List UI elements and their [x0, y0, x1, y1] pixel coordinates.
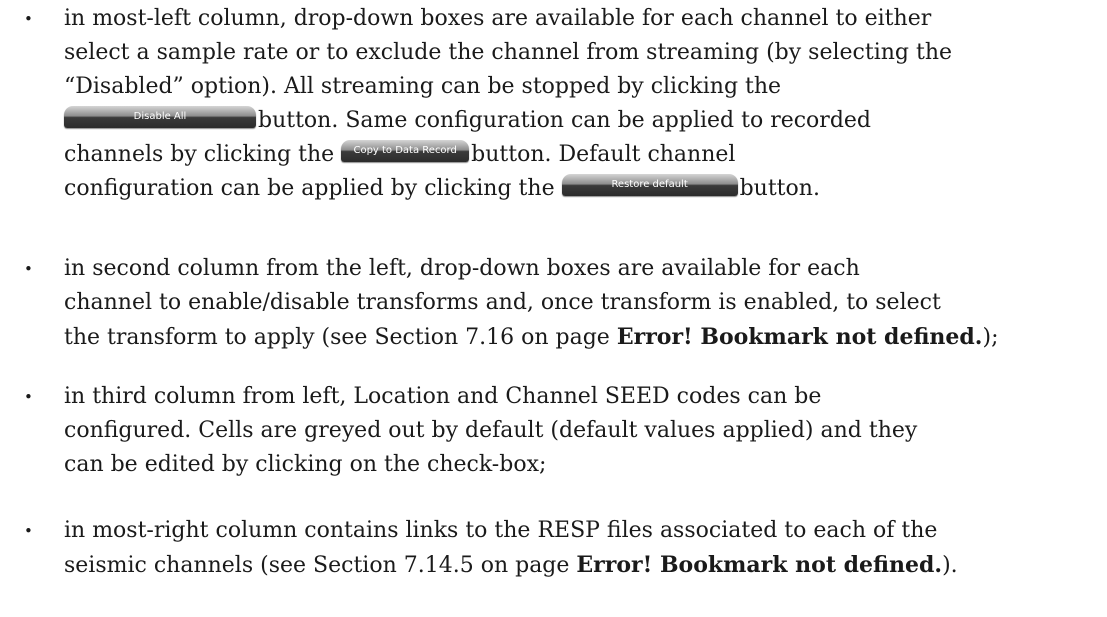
text-fragment: configuration can be applied by clicking…	[64, 176, 555, 201]
text-line: in most-left column, drop-down boxes are…	[64, 6, 932, 31]
bullet-marker: •	[24, 522, 33, 540]
text-line: “Disabled” option). All streaming can be…	[64, 74, 782, 99]
text-line: in most-right column contains links to t…	[64, 518, 938, 543]
text-fragment: the transform to apply (see Section 7.16…	[64, 325, 617, 350]
text-line: channel to enable/disable transforms and…	[64, 290, 941, 315]
bookmark-error-text: Error! Bookmark not defined.	[616, 324, 983, 350]
text-line: seismic channels (see Section 7.14.5 on …	[64, 548, 958, 583]
text-line: in second column from the left, drop-dow…	[64, 256, 860, 281]
text-fragment: button. Same configuration can be applie…	[258, 108, 872, 133]
document-page: • in most-left column, drop-down boxes a…	[0, 0, 1107, 617]
text-line: configured. Cells are greyed out by defa…	[64, 418, 918, 443]
text-fragment: seismic channels (see Section 7.14.5 on …	[64, 553, 577, 578]
text-line-with-button: channels by clicking the Copy to Data Re…	[64, 138, 735, 172]
text-fragment: channels by clicking the	[64, 142, 335, 167]
text-line-with-button: configuration can be applied by clicking…	[64, 172, 820, 206]
bookmark-error-text: Error! Bookmark not defined.	[576, 552, 943, 578]
bullet-marker: •	[24, 260, 33, 278]
text-fragment: button. Default channel	[471, 142, 736, 167]
bullet-marker: •	[24, 10, 33, 28]
text-fragment: ).	[942, 553, 958, 578]
text-line-with-button: Disable All button. Same configuration ca…	[64, 104, 871, 138]
copy-to-data-record-button[interactable]: Copy to Data Record	[341, 140, 470, 162]
text-line: in third column from left, Location and …	[64, 384, 822, 409]
text-line: select a sample rate or to exclude the c…	[64, 40, 953, 65]
disable-all-button[interactable]: Disable All	[64, 106, 256, 128]
text-fragment: button.	[739, 176, 820, 201]
text-line: the transform to apply (see Section 7.16…	[64, 320, 998, 355]
restore-default-button[interactable]: Restore default	[561, 174, 738, 196]
bullet-marker: •	[24, 388, 33, 406]
text-fragment: );	[982, 325, 999, 350]
text-line: can be edited by clicking on the check-b…	[64, 452, 547, 477]
